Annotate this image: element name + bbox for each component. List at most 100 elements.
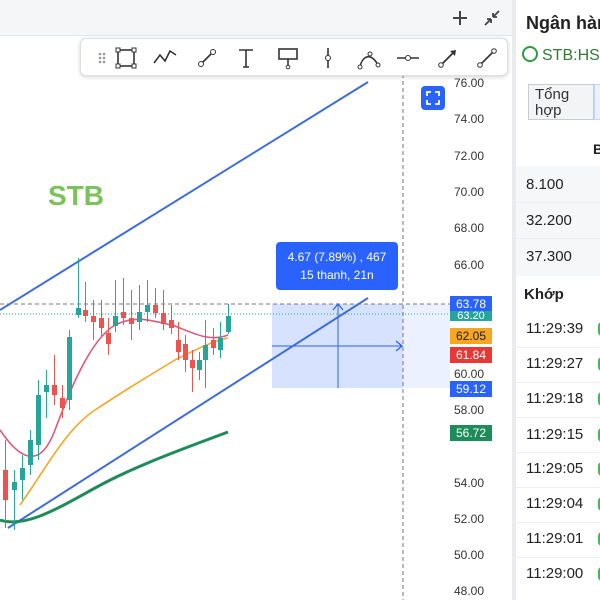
candle-body	[91, 316, 96, 322]
price-tick: 48.00	[454, 584, 485, 598]
fullscreen-button[interactable]	[421, 86, 445, 110]
candle-body	[76, 308, 81, 315]
line-tool-icon[interactable]	[474, 45, 500, 71]
candle-body	[161, 313, 166, 324]
match-row: 11:29:18	[526, 390, 584, 407]
candle-body	[121, 312, 126, 318]
row-divider	[516, 522, 600, 523]
candle-body	[211, 340, 216, 348]
candle-body	[190, 360, 195, 368]
drawing-toolbar	[80, 38, 508, 76]
row-divider	[516, 202, 600, 203]
price-tick: 70.00	[454, 185, 485, 199]
match-row: 11:29:39	[526, 320, 584, 337]
refresh-icon	[522, 46, 538, 62]
panel-title: Ngân hàn	[526, 13, 600, 33]
measure-span: 15 thanh, 21n	[300, 268, 374, 282]
candle-body	[129, 318, 134, 324]
candle-body	[20, 468, 25, 480]
polyline-tool-icon[interactable]	[152, 45, 178, 71]
price-tick: 68.00	[454, 221, 485, 235]
measure-tooltip: 4.67 (7.89%) , 467 15 thanh, 21n	[276, 242, 398, 290]
symbol-code: STB:HS	[542, 47, 600, 64]
ma-long-line	[0, 430, 229, 524]
fullscreen-icon	[426, 91, 440, 105]
horizontal-ray-tool-icon[interactable]	[395, 45, 421, 71]
candle-body	[203, 345, 208, 360]
candle-body	[3, 470, 8, 500]
match-row: 11:29:15	[526, 426, 584, 443]
price-tick: 52.00	[454, 512, 485, 526]
row-divider	[516, 487, 600, 488]
collapse-arrows-icon[interactable]	[482, 8, 502, 28]
candle-body	[113, 316, 118, 326]
chart-panel[interactable]: STB 4.67 (7.89%) , 467 15 thanh, 21n 76.…	[0, 0, 512, 600]
row-divider	[516, 417, 600, 418]
book-row: 32.200	[526, 212, 572, 229]
candle-body	[36, 395, 41, 445]
chart-topbar	[0, 0, 512, 36]
ma-short-line	[0, 318, 229, 458]
drag-handle-icon[interactable]	[89, 45, 106, 71]
trend-line-tool-icon[interactable]	[194, 45, 220, 71]
rectangle-tool-icon[interactable]	[113, 45, 139, 71]
candle-body	[12, 482, 17, 490]
candle-body	[99, 318, 104, 328]
row-divider	[516, 238, 600, 239]
book-row: 8.100	[526, 176, 564, 193]
ma-mid-line	[19, 337, 229, 506]
market-side-panel: Ngân hàn STB:HS Tổng hợp B 8.100 32.200 …	[516, 0, 600, 600]
price-tag-last: 63.20	[450, 311, 492, 321]
order-book: 8.100 32.200 37.300	[516, 166, 600, 276]
column-header: B	[593, 141, 600, 157]
price-tick: 54.00	[454, 476, 485, 490]
symbol-row[interactable]: STB:HS	[522, 46, 600, 65]
text-tool-icon[interactable]	[233, 45, 259, 71]
candle-body	[52, 385, 57, 395]
arrow-line-tool-icon[interactable]	[435, 45, 461, 71]
candle-body	[44, 385, 49, 392]
row-divider	[516, 382, 600, 383]
book-row: 37.300	[526, 248, 572, 265]
candle-body	[137, 312, 142, 322]
row-divider	[516, 347, 600, 348]
candle-body	[60, 398, 65, 408]
match-row: 11:29:04	[526, 495, 584, 512]
vertical-line-tool-icon[interactable]	[315, 45, 341, 71]
price-tag-ma-long: 56.72	[450, 425, 492, 441]
candle-body	[218, 338, 223, 350]
measure-box-extension	[403, 304, 450, 388]
candle-body	[145, 305, 150, 312]
match-row: 11:29:00	[526, 565, 584, 582]
tab-summary[interactable]: Tổng hợp	[528, 84, 594, 120]
candle-body	[197, 360, 202, 370]
price-tag-measure-top: 63.78	[450, 296, 492, 312]
candle-body	[226, 316, 231, 332]
price-tick: 66.00	[454, 258, 485, 272]
candle-body	[176, 340, 181, 352]
candle-body	[106, 333, 111, 344]
price-tick: 74.00	[454, 112, 485, 126]
row-divider	[516, 557, 600, 558]
candle-body	[153, 305, 158, 313]
candle-body	[183, 344, 188, 360]
price-tick: 50.00	[454, 548, 485, 562]
symbol-watermark: STB	[48, 180, 104, 211]
match-row: 11:29:05	[526, 460, 584, 477]
candle-body	[67, 337, 72, 400]
match-row: 11:29:27	[526, 355, 584, 372]
price-tag-ma-short: 61.84	[450, 347, 492, 363]
plus-icon[interactable]	[450, 8, 470, 28]
callout-tool-icon[interactable]	[275, 45, 301, 71]
tab-next[interactable]	[594, 84, 600, 120]
row-divider	[516, 452, 600, 453]
arc-tool-icon[interactable]	[356, 45, 382, 71]
candle-body	[83, 310, 88, 316]
price-tick: 76.00	[454, 76, 485, 90]
price-tag-measure-bottom: 59.12	[450, 381, 492, 397]
candle-body	[28, 440, 33, 465]
measure-change: 4.67 (7.89%) , 467	[287, 250, 387, 264]
price-tick: 72.00	[454, 149, 485, 163]
match-header: Khớp	[524, 286, 564, 303]
trading-app: STB 4.67 (7.89%) , 467 15 thanh, 21n 76.…	[0, 0, 600, 600]
